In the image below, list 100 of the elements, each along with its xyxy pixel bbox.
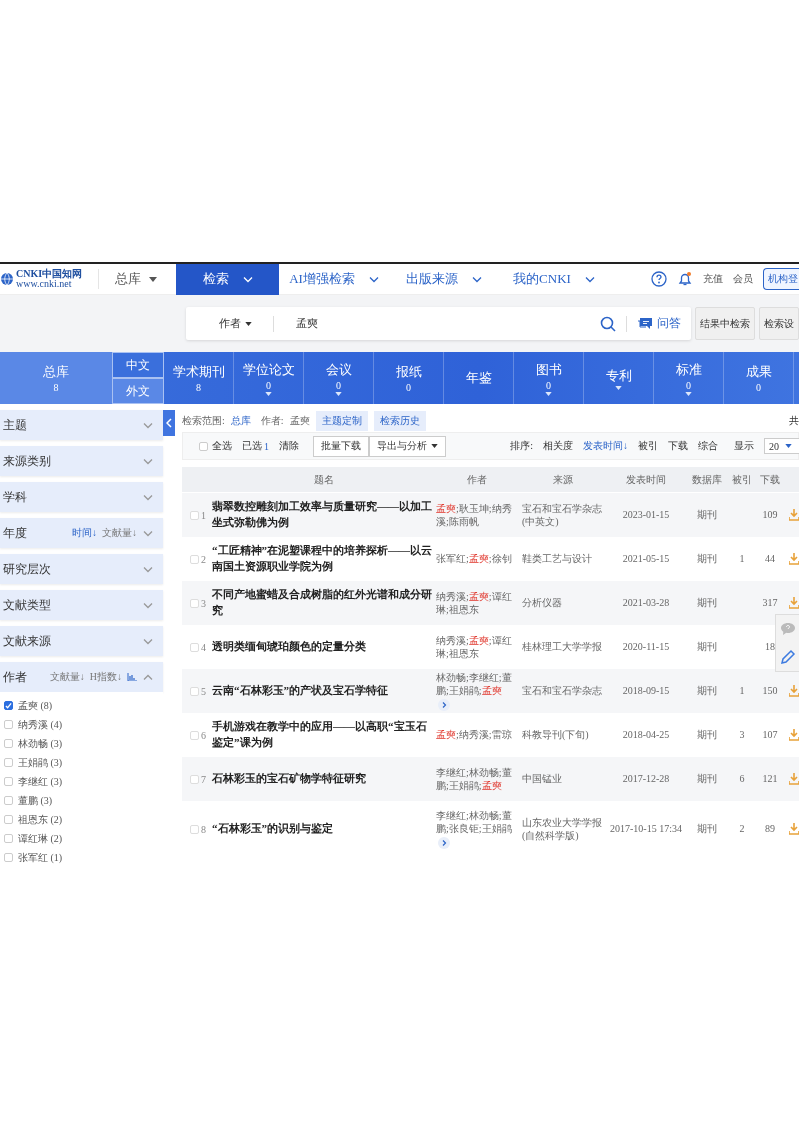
qa-button[interactable]: 问答: [626, 315, 691, 332]
page-size-select[interactable]: 20: [764, 438, 799, 454]
filter-option[interactable]: 孟奭 (8): [18, 698, 53, 713]
filter-option[interactable]: 林劲畅 (3): [18, 736, 63, 751]
filter-option[interactable]: 王娟鹃 (3): [18, 755, 63, 770]
source-cell[interactable]: 桂林理工大学学报: [518, 640, 608, 654]
article-title[interactable]: 翡翠数控雕刻加工效率与质量研究——以加工坐式弥勒佛为例: [212, 499, 436, 531]
expand-icon[interactable]: [143, 493, 153, 501]
author-list[interactable]: 林劲畅;李继红;董鹏;王娟鹃;孟奭: [436, 670, 514, 712]
facet-header[interactable]: 研究层次: [0, 554, 163, 584]
sort-link[interactable]: 文献量↓: [102, 526, 137, 540]
download-icon[interactable]: [789, 685, 799, 697]
toolbar-button[interactable]: 导出与分析: [369, 435, 446, 457]
bell-icon[interactable]: [677, 271, 693, 287]
author-list[interactable]: 纳秀溪;孟奭;谭红琳;祖恩东: [436, 633, 514, 661]
table-row[interactable]: 5 云南“石林彩玉”的产状及宝石学特征 林劲畅;李继红;董鹏;王娟鹃;孟奭 宝石和宝石学杂志 2018-09-15 期刊 1 150: [182, 669, 799, 713]
download-icon[interactable]: [789, 729, 799, 741]
database-tab[interactable]: 图书 0: [514, 352, 584, 404]
article-title[interactable]: “工匠精神”在泥塑课程中的培养探析——以云南国土资源职业学院为例: [212, 543, 436, 575]
expand-icon[interactable]: [143, 421, 153, 429]
download-icon[interactable]: [789, 597, 799, 609]
sort-option[interactable]: 发表时间↓: [583, 439, 628, 453]
article-title[interactable]: “石林彩玉”的识别与鉴定: [212, 821, 436, 837]
sort-link[interactable]: 文献量↓: [49, 670, 85, 684]
author-list[interactable]: 孟奭;纳秀溪;雷琼: [436, 728, 514, 742]
search-option-button[interactable]: 结果中检索: [695, 307, 755, 340]
pencil-icon[interactable]: [779, 648, 796, 665]
source-cell[interactable]: 科教导刊(下旬): [518, 728, 608, 742]
filter-option[interactable]: 董鹏 (3): [18, 793, 53, 808]
scope-button[interactable]: 检索历史: [373, 411, 426, 431]
filter-option[interactable]: 纳秀溪 (4): [18, 717, 63, 732]
article-title[interactable]: 手机游戏在教学中的应用——以高职“宝玉石鉴定”课为例: [212, 719, 436, 751]
expand-icon[interactable]: [143, 529, 153, 537]
source-cell[interactable]: 宝石和宝石学杂志: [518, 684, 608, 698]
nav-link[interactable]: 会员: [733, 272, 753, 286]
source-cell[interactable]: 宝石和宝石学杂志(中英文): [518, 501, 608, 529]
author-list[interactable]: 孟奭;耿玉坤;纳秀溪;陈雨帆: [436, 501, 514, 529]
sort-option[interactable]: 相关度: [543, 439, 573, 453]
source-cell[interactable]: 中国锰业: [518, 772, 608, 786]
language-tab[interactable]: 中文: [112, 352, 164, 378]
facet-header[interactable]: 学科: [0, 482, 163, 512]
database-tab[interactable]: 年鉴: [444, 352, 514, 404]
author-list[interactable]: 纳秀溪;孟奭;谭红琳;祖恩东: [436, 589, 514, 617]
author-list[interactable]: 李继红;林劲畅;董鹏;张良钜;王娟鹃: [436, 808, 514, 850]
nav-menu[interactable]: 我的CNKI: [499, 264, 609, 295]
search-icon[interactable]: [600, 315, 616, 332]
article-title[interactable]: 云南“石林彩玉”的产状及宝石学特征: [212, 683, 436, 699]
login-button[interactable]: 机构登: [763, 268, 799, 290]
expand-icon[interactable]: [143, 457, 153, 465]
database-tab[interactable]: 成果 0: [724, 352, 794, 404]
bar-chart-icon[interactable]: [127, 673, 137, 681]
collapse-button[interactable]: [163, 410, 175, 436]
article-title[interactable]: 不同产地蜜蜡及合成树脂的红外光谱和成分研究: [212, 587, 436, 619]
facet-header[interactable]: 年度 时间↓ 文献量↓: [0, 518, 163, 548]
article-title[interactable]: 石林彩玉的宝石矿物学特征研究: [212, 771, 436, 787]
author-list[interactable]: 李继红;林劲畅;董鹏;王娟鹃;孟奭: [436, 765, 514, 793]
table-row[interactable]: 7 石林彩玉的宝石矿物学特征研究 李继红;林劲畅;董鹏;王娟鹃;孟奭 中国锰业 2017-12-28 期刊 6 121: [182, 757, 799, 801]
scope-button[interactable]: 主题定制: [315, 411, 368, 431]
sort-option[interactable]: 被引: [638, 439, 658, 453]
table-row[interactable]: 3 不同产地蜜蜡及合成树脂的红外光谱和成分研究 纳秀溪;孟奭;谭红琳;祖恩东 分析仪器 2021-03-28 期刊 317: [182, 581, 799, 625]
database-tab[interactable]: 学术期刊 8: [164, 352, 234, 404]
select-all-label[interactable]: 全选: [212, 439, 232, 453]
clear-link[interactable]: 清除: [279, 439, 299, 453]
search-option-button[interactable]: 检索设: [759, 307, 799, 340]
help-icon[interactable]: [651, 271, 667, 287]
nav-menu[interactable]: 检索: [176, 264, 279, 295]
expand-icon[interactable]: [143, 565, 153, 573]
sort-link[interactable]: H指数↓: [89, 670, 122, 684]
article-title[interactable]: 透明类缅甸琥珀颜色的定量分类: [212, 639, 436, 655]
toolbar-button[interactable]: 批量下载: [313, 435, 369, 457]
database-tab[interactable]: 标准 0: [654, 352, 724, 404]
field-dropdown[interactable]: 作者: [186, 315, 274, 332]
more-icon[interactable]: [438, 699, 450, 712]
nav-menu[interactable]: AI增强检索: [279, 264, 389, 295]
sort-option[interactable]: 下载: [668, 439, 688, 453]
more-icon[interactable]: [438, 837, 450, 850]
facet-header[interactable]: 来源类别: [0, 446, 163, 476]
feedback-icon[interactable]: [779, 621, 796, 636]
source-cell[interactable]: 鞋类工艺与设计: [518, 552, 608, 566]
author-list[interactable]: 张军红;孟奭;徐钊: [436, 552, 514, 566]
download-icon[interactable]: [789, 773, 799, 785]
source-cell[interactable]: 分析仪器: [518, 596, 608, 610]
database-tab[interactable]: 会议 0: [304, 352, 374, 404]
download-icon[interactable]: [789, 509, 799, 521]
collapse-icon[interactable]: [143, 673, 153, 681]
filter-option[interactable]: 祖恩东 (2): [18, 812, 63, 827]
table-row[interactable]: 1 翡翠数控雕刻加工效率与质量研究——以加工坐式弥勒佛为例 孟奭;耿玉坤;纳秀溪;陈雨帆 宝石和宝石学杂志(中英文) 2023-01-15 期刊 109: [182, 493, 799, 537]
search-field[interactable]: 作者 孟奭 问答: [186, 307, 691, 340]
facet-header[interactable]: 文献类型: [0, 590, 163, 620]
database-tab[interactable]: 报纸 0: [374, 352, 444, 404]
nav-menu[interactable]: 出版来源: [389, 264, 499, 295]
filter-option[interactable]: 李继红 (3): [18, 774, 63, 789]
download-icon[interactable]: [789, 553, 799, 565]
expand-icon[interactable]: [143, 637, 153, 645]
scope-link[interactable]: 总库: [230, 414, 251, 428]
filter-option[interactable]: 谭红琳 (2): [18, 831, 63, 846]
nav-link[interactable]: 充值: [703, 272, 723, 286]
facet-header[interactable]: 主题: [0, 410, 163, 440]
database-tab[interactable]: 专利: [584, 352, 654, 404]
source-cell[interactable]: 山东农业大学学报(自然科学版): [518, 815, 608, 843]
